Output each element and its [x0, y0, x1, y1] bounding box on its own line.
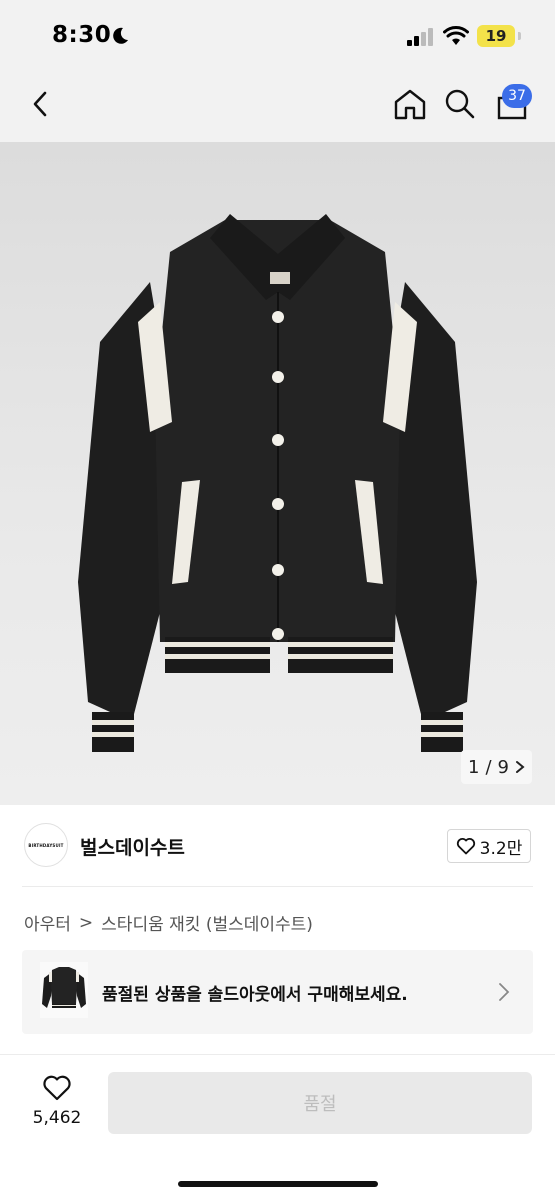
battery-tip [518, 32, 521, 40]
bottom-divider [0, 1054, 555, 1055]
pager-total: 9 [497, 756, 509, 778]
divider [22, 886, 533, 887]
status-bar: 8:30 19 [0, 0, 555, 70]
like-count: 3.2만 [479, 838, 523, 859]
favorite-count: 5,462 [32, 1108, 82, 1128]
home-icon[interactable] [393, 88, 427, 120]
status-time: 8:30 [52, 22, 112, 48]
like-button[interactable]: 3.2만 [447, 829, 531, 863]
chevron-right-icon [499, 983, 510, 1001]
signal-icon [407, 28, 433, 46]
favorite-button[interactable]: 5,462 [22, 1072, 92, 1132]
breadcrumb-category[interactable]: 아우터 [24, 910, 71, 935]
jacket-image [78, 214, 477, 752]
seller-row[interactable]: BIRTHDAYSUIT 벌스데이수트 3.2만 [0, 805, 555, 887]
search-icon[interactable] [444, 88, 476, 120]
heart-icon [456, 838, 475, 855]
seller-avatar-text: BIRTHDAYSUIT [28, 842, 64, 848]
seller-name[interactable]: 벌스데이수트 [80, 833, 185, 860]
home-indicator [178, 1181, 378, 1187]
breadcrumb-product: 스타디움 재킷 (벌스데이수트) [101, 915, 313, 935]
battery-indicator: 19 [477, 25, 515, 47]
banner-text: 품절된 상품을 솔드아웃에서 구매해보세요. [102, 985, 408, 1005]
pager-current: 1 [468, 756, 480, 778]
wifi-icon [443, 26, 469, 45]
back-icon[interactable] [28, 90, 52, 118]
breadcrumb-separator: > [78, 912, 94, 933]
product-image[interactable] [0, 142, 555, 805]
chevron-right-icon [515, 761, 525, 773]
banner-thumbnail [40, 962, 88, 1018]
heart-icon [43, 1075, 71, 1101]
cart-count-badge: 37 [502, 84, 532, 108]
moon-icon [113, 27, 128, 44]
jacket-thumbnail-image [42, 967, 86, 1008]
nav-bar [0, 70, 555, 142]
soldout-banner[interactable]: 품절된 상품을 솔드아웃에서 구매해보세요. [22, 950, 533, 1034]
image-pager[interactable]: 1 / 9 [461, 750, 532, 784]
pager-separator: / [485, 756, 492, 778]
seller-avatar[interactable]: BIRTHDAYSUIT [24, 823, 68, 867]
soldout-button[interactable]: 품절 [108, 1072, 532, 1134]
breadcrumb: 아우터 > 스타디움 재킷 (벌스데이수트) [24, 910, 313, 936]
battery-level: 19 [485, 27, 507, 45]
